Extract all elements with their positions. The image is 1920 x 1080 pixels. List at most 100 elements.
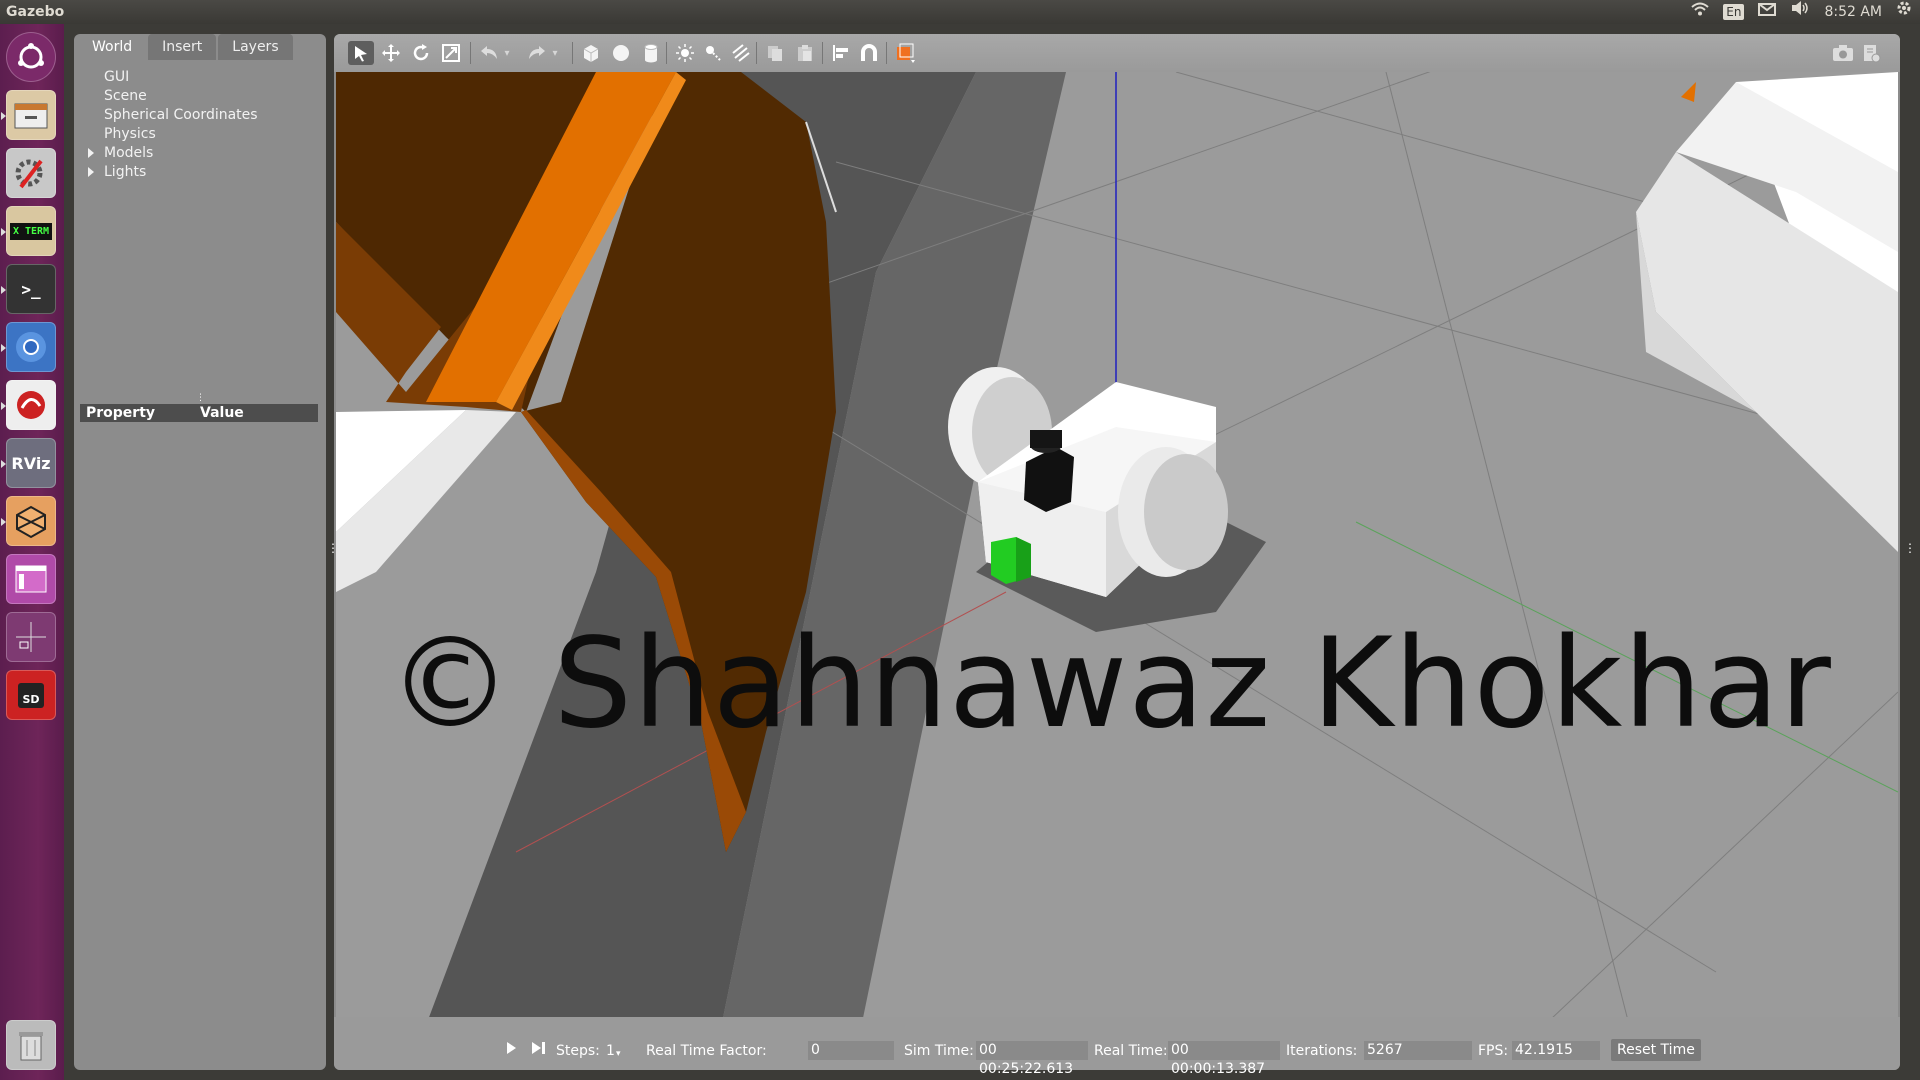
steps-dropdown-icon[interactable]: ▾ bbox=[616, 1045, 621, 1063]
tree-item-label: Lights bbox=[104, 164, 147, 180]
toolbar-separator bbox=[572, 42, 573, 64]
record-log-icon[interactable] bbox=[1858, 41, 1884, 65]
files-icon[interactable] bbox=[1, 90, 56, 140]
real-time-label: Real Time: bbox=[1094, 1043, 1168, 1059]
settings-gear-icon[interactable] bbox=[1896, 0, 1912, 24]
select-arrow-icon[interactable] bbox=[348, 41, 374, 65]
tree-item-spherical-coordinates[interactable]: Spherical Coordinates bbox=[86, 106, 258, 125]
ubuntu-dash-icon[interactable] bbox=[6, 32, 56, 82]
right-splitter-handle[interactable]: ⋮ bbox=[1904, 542, 1916, 554]
mail-icon[interactable] bbox=[1758, 0, 1777, 24]
tree-item-scene[interactable]: Scene bbox=[86, 87, 258, 106]
volume-icon[interactable] bbox=[1790, 0, 1810, 24]
fps-label: FPS: bbox=[1478, 1043, 1509, 1059]
world-tree: GUI Scene Spherical Coordinates Physics … bbox=[86, 68, 258, 182]
toolbar-separator bbox=[756, 42, 757, 64]
steps-spinbox[interactable]: 1 bbox=[606, 1042, 615, 1060]
tree-item-label: Scene bbox=[104, 88, 147, 104]
copy-icon[interactable] bbox=[762, 41, 788, 65]
rotate-icon[interactable] bbox=[408, 41, 434, 65]
system-settings-icon[interactable] bbox=[6, 148, 56, 198]
left-splitter-handle[interactable]: ⋮ bbox=[327, 542, 339, 554]
sd-card-label: SD bbox=[18, 682, 44, 708]
world-panel: World Insert Layers GUI Scene Spherical … bbox=[74, 34, 326, 1070]
fps-value: 42.1915 bbox=[1512, 1041, 1600, 1060]
scale-icon[interactable] bbox=[438, 41, 464, 65]
tree-item-gui[interactable]: GUI bbox=[86, 68, 258, 87]
undo-icon[interactable] bbox=[476, 41, 502, 65]
panel-tabs: World Insert Layers bbox=[78, 34, 293, 60]
sim-time-label: Sim Time: bbox=[904, 1043, 974, 1059]
expand-arrow-icon[interactable] bbox=[88, 167, 94, 177]
3d-scene-viewport[interactable]: © Shahnawaz Khokhar bbox=[336, 72, 1898, 1052]
undo-history-dropdown-icon[interactable]: ▾ bbox=[500, 41, 514, 65]
clock[interactable]: 8:52 AM bbox=[1824, 0, 1882, 24]
window-app-icon[interactable] bbox=[6, 554, 56, 604]
system-tray: En 8:52 AM bbox=[1691, 0, 1912, 24]
rviz-label: RViz bbox=[11, 453, 51, 473]
box-shape-icon[interactable] bbox=[578, 41, 604, 65]
chromium-icon[interactable] bbox=[1, 322, 56, 372]
spot-light-icon[interactable] bbox=[700, 41, 726, 65]
real-time-factor-value: 0 bbox=[808, 1041, 894, 1060]
toolbar-separator bbox=[886, 42, 887, 64]
text-editor-icon[interactable] bbox=[1, 380, 56, 430]
property-column-header[interactable]: Property bbox=[86, 404, 155, 422]
reset-time-button[interactable]: Reset Time bbox=[1611, 1039, 1701, 1061]
terminal-label: >_ bbox=[21, 279, 41, 299]
sphere-shape-icon[interactable] bbox=[608, 41, 634, 65]
xterm-icon[interactable]: X TERM bbox=[1, 206, 56, 256]
play-icon[interactable] bbox=[502, 1036, 520, 1060]
copyright-watermark: © Shahnawaz Khokhar bbox=[388, 612, 1832, 756]
steps-label: Steps: bbox=[556, 1043, 600, 1059]
redo-history-dropdown-icon[interactable]: ▾ bbox=[548, 41, 562, 65]
main-viewport-frame: ▾ ▾ © Shahnawaz Khokhar Steps: 1 ▾ Real … bbox=[334, 34, 1900, 1077]
keyboard-layout-badge[interactable]: En bbox=[1723, 4, 1745, 20]
gazebo-launcher-icon[interactable] bbox=[1, 496, 56, 546]
tab-insert[interactable]: Insert bbox=[148, 34, 217, 60]
tree-item-lights[interactable]: Lights bbox=[86, 163, 258, 182]
expand-arrow-icon[interactable] bbox=[88, 148, 94, 158]
iterations-value: 5267 bbox=[1364, 1041, 1472, 1060]
top-menu-bar: Gazebo En 8:52 AM bbox=[0, 0, 1920, 24]
value-column-header[interactable]: Value bbox=[200, 404, 244, 422]
trash-icon[interactable] bbox=[6, 1020, 56, 1070]
redo-icon[interactable] bbox=[524, 41, 550, 65]
tree-item-label: Spherical Coordinates bbox=[104, 107, 258, 123]
iterations-label: Iterations: bbox=[1286, 1043, 1358, 1059]
tab-world[interactable]: World bbox=[78, 34, 147, 60]
screenshot-camera-icon[interactable] bbox=[1830, 41, 1856, 65]
toolbar-separator bbox=[666, 42, 667, 64]
xterm-label: X TERM bbox=[9, 222, 53, 240]
real-time-factor-label: Real Time Factor: bbox=[646, 1043, 767, 1059]
terminal-icon[interactable]: >_ bbox=[1, 264, 56, 314]
sd-card-icon[interactable]: SD bbox=[6, 670, 56, 720]
align-icon[interactable] bbox=[828, 41, 854, 65]
unity-launcher: X TERM >_ RViz SD bbox=[0, 24, 64, 1080]
tree-item-models[interactable]: Models bbox=[86, 144, 258, 163]
workspace-switcher-icon[interactable] bbox=[6, 612, 56, 662]
toolbar-separator bbox=[470, 42, 471, 64]
directional-light-icon[interactable] bbox=[728, 41, 754, 65]
paste-icon[interactable] bbox=[792, 41, 818, 65]
sim-time-value: 00 00:25:22.613 bbox=[976, 1041, 1088, 1077]
toolbar-separator bbox=[822, 42, 823, 64]
tree-item-physics[interactable]: Physics bbox=[86, 125, 258, 144]
simulation-status-bar: Steps: 1 ▾ Real Time Factor: 0 Sim Time:… bbox=[334, 1017, 1900, 1077]
scene-render bbox=[336, 72, 1898, 1052]
tab-layers[interactable]: Layers bbox=[218, 34, 293, 60]
translate-icon[interactable] bbox=[378, 41, 404, 65]
app-title: Gazebo bbox=[6, 4, 65, 20]
rviz-icon[interactable]: RViz bbox=[1, 438, 56, 488]
snap-magnet-icon[interactable] bbox=[856, 41, 882, 65]
scene-toolbar: ▾ ▾ bbox=[334, 34, 1900, 72]
wifi-icon[interactable] bbox=[1691, 0, 1709, 24]
view-angle-icon[interactable] bbox=[892, 41, 918, 65]
cylinder-shape-icon[interactable] bbox=[638, 41, 664, 65]
step-forward-icon[interactable] bbox=[530, 1036, 548, 1060]
real-time-value: 00 00:00:13.387 bbox=[1168, 1041, 1280, 1077]
tree-item-label: GUI bbox=[104, 69, 130, 85]
panel-splitter-handle[interactable]: ⋮ bbox=[196, 394, 205, 403]
tree-item-label: Physics bbox=[104, 126, 156, 142]
point-light-icon[interactable] bbox=[672, 41, 698, 65]
